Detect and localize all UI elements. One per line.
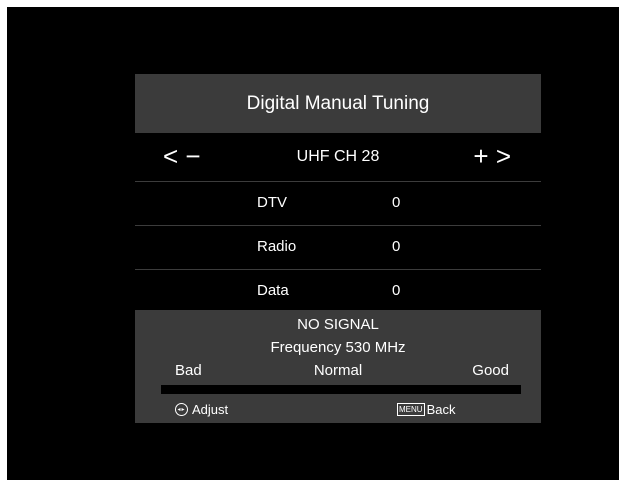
count-row-dtv: DTV 0	[135, 182, 541, 226]
channel-selector[interactable]: < − UHF CH 28 + >	[135, 133, 541, 182]
back-hint[interactable]: MENU Back	[397, 402, 455, 417]
signal-status: NO SIGNAL	[297, 316, 379, 333]
count-value: 0	[392, 282, 401, 299]
channel-increase-button[interactable]: + >	[473, 141, 511, 171]
quality-good-label: Good	[472, 362, 509, 379]
menu-key-icon: MENU	[397, 403, 425, 416]
left-right-arrows-icon: ◂▸	[175, 403, 188, 416]
tuning-panel: Digital Manual Tuning < − UHF CH 28 + > …	[135, 74, 541, 423]
count-label: Data	[257, 282, 289, 299]
adjust-hint: ◂▸ Adjust	[175, 402, 228, 417]
count-value: 0	[392, 194, 401, 211]
page-title: Digital Manual Tuning	[246, 92, 430, 114]
count-row-data: Data 0	[135, 270, 541, 313]
count-row-radio: Radio 0	[135, 226, 541, 270]
tv-screen: Digital Manual Tuning < − UHF CH 28 + > …	[7, 7, 619, 480]
signal-frequency: Frequency 530 MHz	[270, 339, 406, 356]
signal-info-box: NO SIGNAL Frequency 530 MHz Bad Normal G…	[135, 310, 541, 423]
back-label: Back	[426, 402, 456, 417]
title-bar: Digital Manual Tuning	[135, 74, 541, 133]
signal-quality-bar	[161, 385, 521, 394]
adjust-label: Adjust	[192, 402, 229, 417]
count-label: Radio	[257, 238, 297, 255]
count-value: 0	[392, 238, 401, 255]
count-label: DTV	[257, 194, 287, 211]
